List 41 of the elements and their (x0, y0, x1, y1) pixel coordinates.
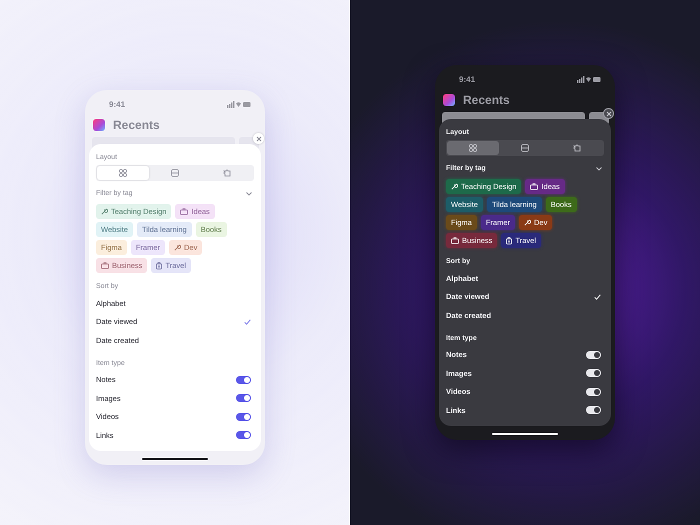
close-icon (606, 110, 612, 116)
status-time: 9:41 (459, 74, 476, 84)
suitcase-icon (156, 262, 162, 270)
home-indicator (492, 432, 558, 435)
briefcase-icon (101, 262, 109, 269)
grid-icon (119, 169, 127, 177)
app-logo-icon (93, 119, 105, 131)
wrench-icon (174, 244, 182, 251)
close-button[interactable] (603, 108, 614, 119)
briefcase-icon (530, 183, 538, 190)
briefcase-icon (180, 208, 188, 215)
wrench-icon (101, 208, 108, 215)
wrench-icon (524, 219, 532, 226)
grid-icon (469, 144, 477, 152)
close-icon (256, 136, 262, 142)
toggle-switch[interactable] (586, 350, 601, 359)
suitcase-icon (506, 236, 512, 244)
layout-grid-tab[interactable] (447, 141, 499, 155)
wrench-icon (451, 183, 458, 190)
toggle-switch[interactable] (236, 376, 251, 384)
page-title: Recents (113, 118, 160, 132)
home-indicator (142, 458, 208, 460)
chevron-down-icon[interactable] (246, 192, 252, 196)
puzzle-icon (223, 169, 231, 177)
rows-icon (521, 144, 529, 152)
briefcase-icon (451, 237, 459, 244)
app-logo-icon (443, 94, 455, 106)
status-icons-drawing (577, 76, 601, 82)
toggle-switch[interactable] (236, 431, 251, 440)
toggle-switch[interactable] (236, 394, 251, 402)
layout-grid-tab[interactable] (97, 166, 149, 180)
status-icons-drawing (227, 100, 251, 108)
status-time: 9:41 (109, 100, 126, 108)
chevron-down-icon[interactable] (596, 167, 602, 171)
toggle-switch[interactable] (586, 406, 601, 414)
toggle-switch[interactable] (236, 412, 251, 421)
page-title: Recents (463, 93, 510, 107)
puzzle-icon (573, 144, 581, 152)
toggle-switch[interactable] (586, 388, 601, 396)
toggle-switch[interactable] (586, 369, 601, 378)
rows-icon (171, 169, 179, 177)
